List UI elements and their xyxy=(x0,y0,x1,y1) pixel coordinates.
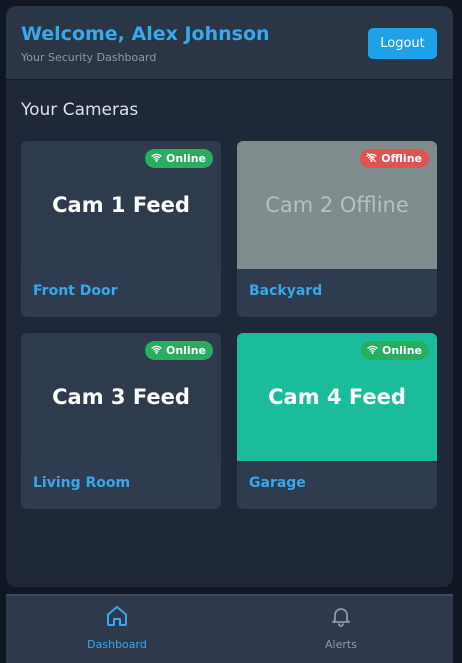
camera-card-living-room[interactable]: Cam 3 Feed Online Living Room xyxy=(21,333,221,509)
bottom-nav: Dashboard Alerts xyxy=(6,594,453,663)
nav-item-alerts[interactable]: Alerts xyxy=(281,604,401,651)
status-badge: Offline xyxy=(360,149,429,168)
status-text: Online xyxy=(381,344,422,357)
bell-icon xyxy=(329,604,353,632)
status-badge: Online xyxy=(360,341,429,360)
camera-card-front-door[interactable]: Cam 1 Feed Online Front Door xyxy=(21,141,221,317)
nav-label: Dashboard xyxy=(87,638,147,651)
camera-name: Backyard xyxy=(249,283,323,299)
dashboard-card: Welcome, Alex Johnson Your Security Dash… xyxy=(6,6,453,587)
header: Welcome, Alex Johnson Your Security Dash… xyxy=(6,6,453,80)
wifi-icon xyxy=(151,152,162,166)
wifi-off-icon xyxy=(366,152,377,166)
home-icon xyxy=(105,604,129,632)
nav-label: Alerts xyxy=(325,638,357,651)
section-title: Your Cameras xyxy=(21,100,139,120)
nav-item-dashboard[interactable]: Dashboard xyxy=(57,604,177,651)
camera-name: Front Door xyxy=(33,283,118,299)
status-text: Online xyxy=(165,152,206,165)
camera-card-backyard[interactable]: Cam 2 Offline Offline Backyard xyxy=(237,141,437,317)
camera-card-garage[interactable]: Cam 4 Feed Online Garage xyxy=(237,333,437,509)
camera-name: Garage xyxy=(249,475,306,491)
status-badge: Online xyxy=(144,341,213,360)
camera-name: Living Room xyxy=(33,475,131,491)
wifi-icon xyxy=(151,344,162,358)
status-text: Offline xyxy=(381,152,422,165)
status-badge: Online xyxy=(144,149,213,168)
dashboard-subtitle: Your Security Dashboard xyxy=(21,51,157,64)
logout-button[interactable]: Logout xyxy=(368,28,437,59)
welcome-title: Welcome, Alex Johnson xyxy=(21,23,270,45)
wifi-icon xyxy=(367,344,378,358)
status-text: Online xyxy=(165,344,206,357)
